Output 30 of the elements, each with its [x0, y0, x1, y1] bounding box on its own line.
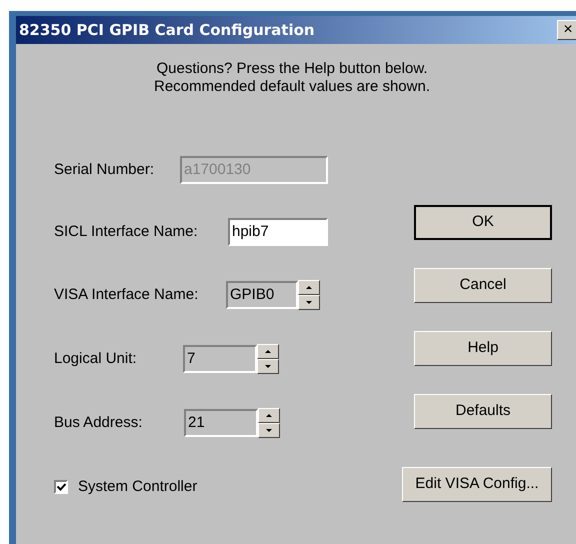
dialog-button[interactable]: Cancel [414, 268, 552, 303]
input-field[interactable]: 21 [184, 409, 258, 437]
field-label: Logical Unit: [54, 348, 138, 369]
down-arrow-icon [266, 429, 272, 432]
instruction-text: Recommended default values are shown. [154, 78, 430, 96]
field-label: VISA Interface Name: [54, 284, 200, 305]
window-title: 82350 PCI GPIB Card Configuration [19, 20, 315, 41]
input-field[interactable]: 7 [183, 345, 257, 373]
up-arrow-icon [265, 350, 271, 353]
spinner-control[interactable] [257, 344, 279, 374]
input-field[interactable]: GPIB0 [226, 281, 298, 309]
checkbox[interactable] [54, 480, 68, 494]
checkbox-label: System Controller [78, 477, 198, 497]
field-label: SICL Interface Name: [54, 222, 199, 242]
up-arrow-icon [306, 286, 312, 289]
field-label: Bus Address: [54, 412, 144, 433]
default-button[interactable]: OK [414, 205, 552, 240]
close-button[interactable]: × [557, 20, 576, 40]
instruction-text: Questions? Press the Help button below. [156, 60, 428, 78]
up-arrow-icon [266, 414, 272, 417]
dialog-button[interactable]: Help [414, 331, 552, 366]
input-field[interactable]: hpib7 [228, 218, 328, 246]
down-arrow-icon [265, 365, 271, 368]
dialog-button[interactable]: Defaults [414, 394, 552, 429]
spinner-control[interactable] [298, 280, 320, 310]
field-label: Serial Number: [54, 160, 156, 180]
spinner-control[interactable] [258, 408, 280, 438]
check-icon [56, 483, 66, 492]
dialog-button[interactable]: Edit VISA Config... [402, 467, 552, 502]
down-arrow-icon [306, 301, 312, 304]
